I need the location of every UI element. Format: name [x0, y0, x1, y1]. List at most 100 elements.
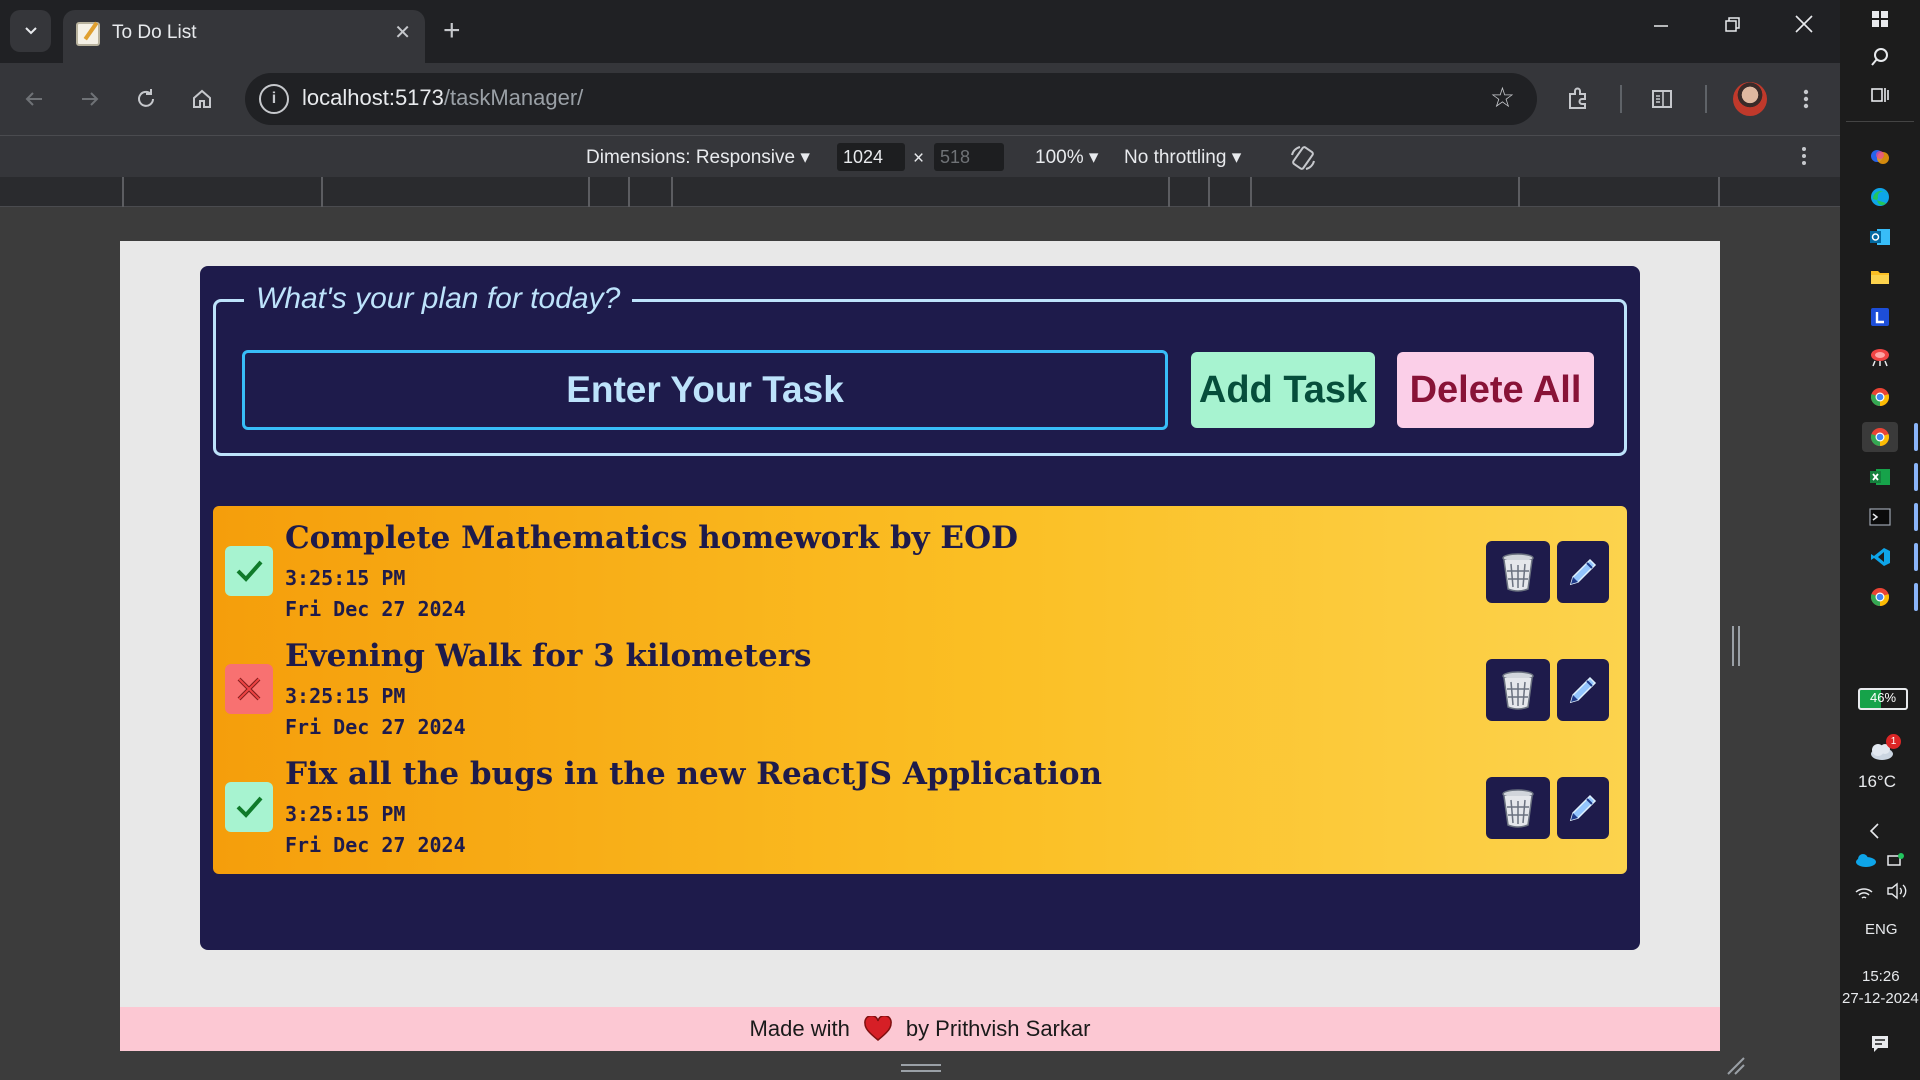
back-icon[interactable]	[18, 83, 50, 115]
clock-date[interactable]: 27-12-2024	[1842, 990, 1919, 1007]
profile-avatar[interactable]	[1733, 82, 1767, 116]
outlook-icon[interactable]	[1862, 222, 1898, 252]
side-panel-icon[interactable]	[1646, 83, 1678, 115]
restore-icon[interactable]	[1724, 14, 1742, 40]
notepad-favicon-icon	[76, 22, 100, 46]
browser-tab[interactable]: To Do List ✕	[63, 10, 425, 63]
task-status-toggle[interactable]	[225, 782, 273, 832]
footer-suffix: by Prithvish Sarkar	[905, 1016, 1091, 1041]
linkedin-l-icon[interactable]	[1862, 302, 1898, 332]
device-toolbar: Dimensions: Responsive ▾ 1024 × 518 100%…	[0, 135, 1840, 177]
height-input[interactable]: 518	[934, 143, 1004, 171]
dropdown-arrow-icon: ▾	[800, 147, 810, 168]
task-time: 3:25:15 PM	[285, 684, 406, 708]
tab-strip: To Do List ✕ +	[0, 0, 1840, 63]
chevron-left-icon[interactable]	[1868, 822, 1882, 845]
task-form: What's your plan for today? Enter Your T…	[213, 282, 1627, 456]
viewport-resize-handle-bottom[interactable]	[900, 1060, 942, 1072]
windows-taskbar: 46% 1 16°C ENG 15:26 27-12-2024	[1840, 0, 1920, 1080]
corner-resize-handle[interactable]	[1724, 1054, 1746, 1080]
home-icon[interactable]	[186, 83, 218, 115]
task-title: Fix all the bugs in the new ReactJS Appl…	[285, 756, 1103, 792]
edge-icon[interactable]	[1862, 182, 1898, 212]
new-tab-button[interactable]: +	[443, 14, 461, 48]
device-more-icon[interactable]	[1800, 144, 1808, 173]
edit-task-button[interactable]	[1557, 659, 1609, 721]
dimension-separator: ×	[913, 148, 925, 169]
throttling-value: No throttling	[1124, 147, 1227, 168]
todo-card: What's your plan for today? Enter Your T…	[200, 266, 1640, 950]
task-status-toggle[interactable]	[225, 546, 273, 596]
trash-icon	[1502, 671, 1534, 710]
chrome-active-icon[interactable]	[1862, 422, 1898, 452]
temperature[interactable]: 16°C	[1858, 772, 1896, 792]
media-query-ruler	[0, 177, 1840, 207]
file-explorer-icon[interactable]	[1862, 262, 1898, 292]
search-icon[interactable]	[1862, 42, 1898, 72]
bookmark-star-icon[interactable]: ☆	[1490, 81, 1515, 114]
width-input[interactable]: 1024	[837, 143, 905, 171]
chrome-icon[interactable]	[1862, 382, 1898, 412]
task-item: Evening Walk for 3 kilometers 3:25:15 PM…	[213, 624, 1627, 756]
notifications-icon[interactable]	[1870, 1034, 1890, 1059]
delete-all-button[interactable]: Delete All	[1397, 352, 1594, 428]
forward-icon[interactable]	[74, 83, 106, 115]
task-item: Complete Mathematics homework by EOD 3:2…	[213, 506, 1627, 638]
browser-toolbar: i localhost:5173/taskManager/ ☆	[0, 63, 1840, 135]
edit-task-button[interactable]	[1557, 777, 1609, 839]
delete-task-button[interactable]	[1486, 659, 1550, 721]
task-date: Fri Dec 27 2024	[285, 715, 466, 739]
tab-close-icon[interactable]: ✕	[394, 20, 411, 45]
tab-search-button[interactable]	[10, 10, 51, 52]
vscode-icon[interactable]	[1862, 542, 1898, 572]
url-path: /taskManager/	[443, 85, 584, 110]
task-input[interactable]: Enter Your Task	[242, 350, 1168, 430]
minimize-icon[interactable]	[1652, 14, 1670, 40]
page-viewport: What's your plan for today? Enter Your T…	[120, 241, 1720, 1051]
weather-badge: 1	[1886, 734, 1901, 749]
dimensions-dropdown[interactable]: Dimensions: Responsive ▾	[586, 146, 810, 169]
site-info-icon[interactable]: i	[259, 84, 289, 114]
url-text[interactable]: localhost:5173/taskManager/	[302, 85, 583, 111]
heart-icon	[864, 1016, 892, 1041]
edit-task-button[interactable]	[1557, 541, 1609, 603]
windows-start-icon[interactable]	[1862, 4, 1898, 34]
viewport-resize-handle[interactable]	[1730, 624, 1742, 668]
trash-icon	[1502, 789, 1534, 828]
excel-icon[interactable]	[1862, 462, 1898, 492]
wifi-icon[interactable]	[1854, 882, 1874, 905]
zoom-dropdown[interactable]: 100% ▾	[1035, 146, 1098, 169]
task-item: Fix all the bugs in the new ReactJS Appl…	[213, 742, 1627, 874]
rotate-icon[interactable]	[1288, 143, 1318, 178]
battery-indicator[interactable]: 46%	[1858, 688, 1908, 710]
task-view-icon[interactable]	[1862, 80, 1898, 110]
task-title: Complete Mathematics homework by EOD	[285, 520, 1018, 556]
task-status-toggle[interactable]	[225, 664, 273, 714]
terminal-icon[interactable]	[1862, 502, 1898, 532]
clock-time[interactable]: 15:26	[1862, 968, 1900, 985]
task-time: 3:25:15 PM	[285, 566, 406, 590]
tab-title: To Do List	[112, 22, 197, 43]
close-window-icon[interactable]	[1794, 14, 1814, 40]
onedrive-icon[interactable]	[1854, 852, 1878, 873]
cross-mark-icon	[237, 677, 261, 701]
copilot-icon[interactable]	[1862, 142, 1898, 172]
throttling-dropdown[interactable]: No throttling ▾	[1124, 146, 1241, 169]
page-footer: Made with by Prithvish Sarkar	[120, 1007, 1720, 1051]
dimensions-label: Dimensions: Responsive	[586, 147, 796, 168]
power-status-icon[interactable]	[1886, 852, 1906, 873]
input-language[interactable]: ENG	[1865, 921, 1898, 938]
extensions-icon[interactable]	[1562, 83, 1594, 115]
delete-task-button[interactable]	[1486, 777, 1550, 839]
delete-task-button[interactable]	[1486, 541, 1550, 603]
task-date: Fri Dec 27 2024	[285, 597, 466, 621]
add-task-button[interactable]: Add Task	[1191, 352, 1375, 428]
url-host: localhost:5173	[302, 85, 444, 110]
app-icon[interactable]	[1862, 342, 1898, 372]
more-menu-icon[interactable]	[1790, 83, 1822, 115]
chrome-profile-icon[interactable]	[1862, 582, 1898, 612]
reload-icon[interactable]	[130, 83, 162, 115]
address-bar[interactable]: i localhost:5173/taskManager/ ☆	[245, 73, 1537, 125]
checkmark-icon	[236, 796, 263, 818]
volume-icon[interactable]	[1886, 882, 1908, 905]
